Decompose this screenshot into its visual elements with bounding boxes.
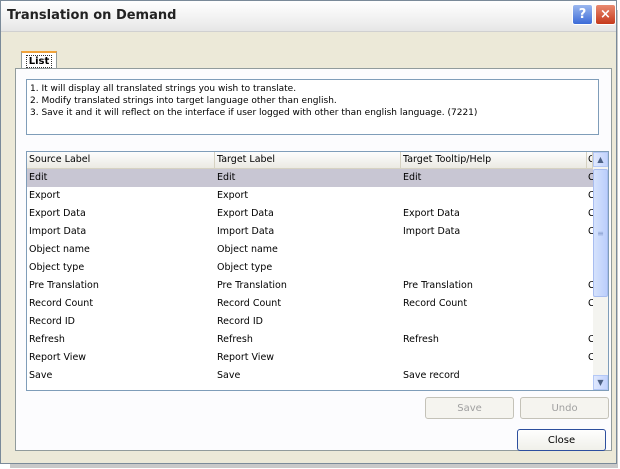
- instruction-line: 1. It will display all translated string…: [30, 84, 297, 94]
- cell-target-tooltip: Pre Translation: [403, 280, 473, 291]
- cell-target-label: Pre Translation: [217, 280, 287, 291]
- grip-icon: ≡: [597, 228, 604, 238]
- translation-dialog: Translation on Demand ? × List 1. It wil…: [0, 0, 617, 464]
- cell-source-label: Refresh: [29, 334, 65, 345]
- cell-target-label: Import Data: [217, 226, 275, 237]
- undo-button[interactable]: Undo: [520, 397, 609, 419]
- column-header-target-tooltip[interactable]: Target Tooltip/Help: [401, 152, 587, 168]
- scroll-up-button[interactable]: ▲: [593, 152, 608, 167]
- cell-target-label: Record ID: [217, 316, 263, 327]
- cell-source-label: Pre Translation: [29, 280, 99, 291]
- table-row[interactable]: ExportExportC: [27, 187, 593, 205]
- cell-target-tooltip: Save record: [403, 370, 460, 381]
- instruction-line: 2. Modify translated strings into target…: [30, 96, 337, 106]
- cell-source-label: Edit: [29, 172, 48, 183]
- cell-target-tooltip: [401, 259, 587, 277]
- table-row[interactable]: Report ViewReport ViewC: [27, 349, 593, 367]
- cell-source-label: Object type: [29, 262, 85, 273]
- cell-target-tooltip: Record Count: [403, 298, 468, 309]
- cell-target-tooltip: Refresh: [403, 334, 439, 345]
- translation-grid[interactable]: Source Label Target Label Target Tooltip…: [26, 151, 609, 391]
- tab-list[interactable]: List: [21, 51, 57, 69]
- table-row[interactable]: EditEditEditC: [27, 169, 593, 187]
- cell-source-label: Export Data: [29, 208, 86, 219]
- close-button[interactable]: Close: [517, 429, 606, 451]
- window-close-button[interactable]: ×: [595, 4, 616, 25]
- cell-target-label: Report View: [217, 352, 275, 363]
- cell-target-label: Export: [217, 190, 249, 201]
- help-button[interactable]: ?: [572, 4, 593, 25]
- close-icon: ×: [600, 7, 611, 22]
- table-row[interactable]: Export DataExport DataExport DataC: [27, 205, 593, 223]
- scroll-down-button[interactable]: ▼: [593, 375, 608, 390]
- tab-list-label: List: [25, 54, 53, 68]
- cell-target-tooltip: [401, 187, 587, 205]
- table-row[interactable]: Save Save Save record: [27, 367, 593, 385]
- cell-source-label: Object name: [29, 244, 90, 255]
- cell-target-tooltip: Import Data: [403, 226, 461, 237]
- title-bar[interactable]: Translation on Demand ? ×: [1, 1, 616, 32]
- instructions-box: 1. It will display all translated string…: [26, 79, 599, 135]
- cell-target-tooltip: Export Data: [403, 208, 460, 219]
- cell-source-label: Record Count: [29, 298, 94, 309]
- table-row[interactable]: Record CountRecord CountRecord CountC: [27, 295, 593, 313]
- vertical-scrollbar[interactable]: ▲ ≡ ▼: [593, 152, 608, 390]
- cell-target-tooltip: Edit: [403, 172, 422, 183]
- table-row[interactable]: Pre Translation Pre Translation Pre Transl…: [27, 277, 593, 295]
- cell-source-label: Save: [29, 370, 53, 381]
- column-header-target-label[interactable]: Target Label: [215, 152, 401, 168]
- cell-target-label: Save: [217, 370, 241, 381]
- table-row[interactable]: RefreshRefreshRefreshC: [27, 331, 593, 349]
- cell-target-tooltip: [401, 241, 587, 259]
- cell-source-label: Import Data: [29, 226, 87, 237]
- cell-target-label: Object type: [217, 262, 273, 273]
- table-row[interactable]: Object name Object name: [27, 241, 593, 259]
- chevron-down-icon: ▼: [597, 378, 604, 387]
- instruction-line: 3. Save it and it will reflect on the in…: [30, 108, 478, 118]
- cell-target-label: Object name: [217, 244, 278, 255]
- help-icon: ?: [578, 7, 587, 22]
- cell-target-tooltip: [401, 313, 587, 331]
- list-panel: 1. It will display all translated string…: [15, 68, 612, 451]
- table-row[interactable]: Record ID Record ID: [27, 313, 593, 331]
- cell-target-label: Edit: [217, 172, 236, 183]
- grid-header: Source Label Target Label Target Tooltip…: [27, 152, 593, 169]
- cell-target-label: Export Data: [217, 208, 274, 219]
- window-title: Translation on Demand: [7, 8, 177, 23]
- cell-target-tooltip: [401, 349, 587, 367]
- cell-source-label: Export: [29, 190, 61, 201]
- scroll-thumb[interactable]: ≡: [593, 169, 608, 297]
- chevron-up-icon: ▲: [597, 155, 604, 164]
- cell-source-label: Record ID: [29, 316, 75, 327]
- cell-target-label: Refresh: [217, 334, 253, 345]
- table-row[interactable]: Import DataImport DataImport DataC: [27, 223, 593, 241]
- save-button[interactable]: Save: [425, 397, 514, 419]
- column-header-source-label[interactable]: Source Label: [27, 152, 215, 168]
- cell-source-label: Report View: [29, 352, 87, 363]
- table-row[interactable]: Object type Object type: [27, 259, 593, 277]
- cell-target-label: Record Count: [217, 298, 282, 309]
